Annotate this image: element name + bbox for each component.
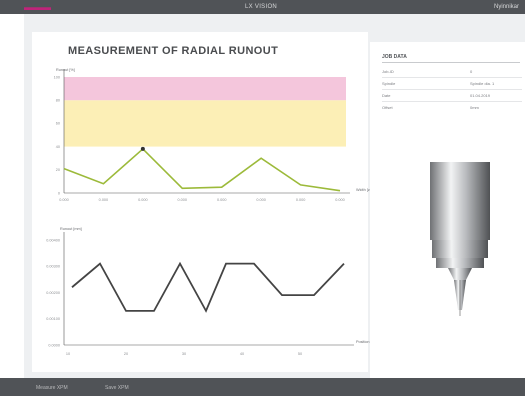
x-tick-label: 50 [298, 352, 302, 356]
y-axis-label: Runout [%] [56, 68, 75, 72]
x-tick-label: 0.000 [335, 198, 345, 202]
x-tick-label: 0.000 [178, 198, 188, 202]
y-tick-label: 40 [56, 145, 60, 149]
y-axis-label: Runout [mm] [60, 227, 82, 231]
y-tick-label: 0 [58, 191, 60, 195]
threshold-band [64, 77, 346, 101]
measure-button[interactable]: Measure XPM [36, 385, 68, 391]
x-tick-label: 0.000 [138, 198, 148, 202]
job-value: 0mm [470, 105, 479, 110]
x-tick-label: 30 [182, 352, 186, 356]
y-tick-label: 0.00400 [46, 238, 60, 242]
tool-holder [448, 268, 472, 280]
x-tick-label: 0.000 [59, 198, 69, 202]
job-key: Date [382, 93, 391, 98]
job-value: 0 [470, 69, 473, 74]
job-row: Job-ID 0 [382, 67, 522, 78]
job-key: Job-ID [382, 69, 394, 74]
spindle-illustration [430, 162, 490, 316]
save-button[interactable]: Save XPM [105, 385, 129, 391]
runout-chart-bottom: 0.0000 0.00100 0.00200 0.00300 0.00400 Runout… [46, 227, 379, 356]
highlight-point [140, 146, 145, 151]
job-key: Spindle [382, 81, 396, 86]
row-divider [382, 89, 522, 90]
job-value: Spindle dia. 1 [470, 81, 495, 86]
y-tick-label: 80 [56, 99, 60, 103]
y-tick-label: 0.00100 [46, 317, 60, 321]
job-data-title: JOB DATA [382, 54, 407, 60]
job-key: Offset [382, 105, 393, 110]
job-data-panel: JOB DATA Job-ID 0 Spindle Spindle dia. 1… [370, 42, 525, 378]
row-divider [382, 101, 522, 102]
x-tick-label: 0.000 [217, 198, 227, 202]
series-line [71, 261, 345, 313]
x-tick-label: 40 [240, 352, 244, 356]
spindle-ring [436, 258, 484, 268]
y-tick-label: 60 [56, 122, 60, 126]
y-tick-label: 0.0000 [48, 343, 60, 347]
series-line [63, 147, 341, 192]
job-row: Spindle Spindle dia. 1 [382, 79, 522, 90]
y-tick-label: 0.00300 [46, 265, 60, 269]
x-tick-label: 0.000 [256, 198, 266, 202]
y-tick-label: 100 [54, 75, 60, 79]
spindle-collar [432, 240, 488, 258]
spindle-body [430, 162, 490, 240]
job-value: 01.04.2019 [470, 93, 491, 98]
x-tick-label: 0.000 [99, 198, 109, 202]
y-tick-label: 20 [56, 168, 60, 172]
y-tick-label: 0.00200 [46, 291, 60, 295]
job-row: Date 01.04.2019 [382, 91, 522, 102]
x-tick-label: 10 [66, 352, 70, 356]
job-row: Offset 0mm [382, 103, 522, 113]
threshold-band [64, 100, 346, 147]
runout-chart-top: 020406080100Runout [%]Width [z-mm]0.000 0… [54, 68, 379, 202]
job-data-divider [382, 62, 520, 63]
row-divider [382, 77, 522, 78]
x-tick-label: 20 [124, 352, 128, 356]
x-tick-label: 0.000 [296, 198, 306, 202]
bottom-bar: Measure XPM Save XPM [0, 378, 525, 396]
